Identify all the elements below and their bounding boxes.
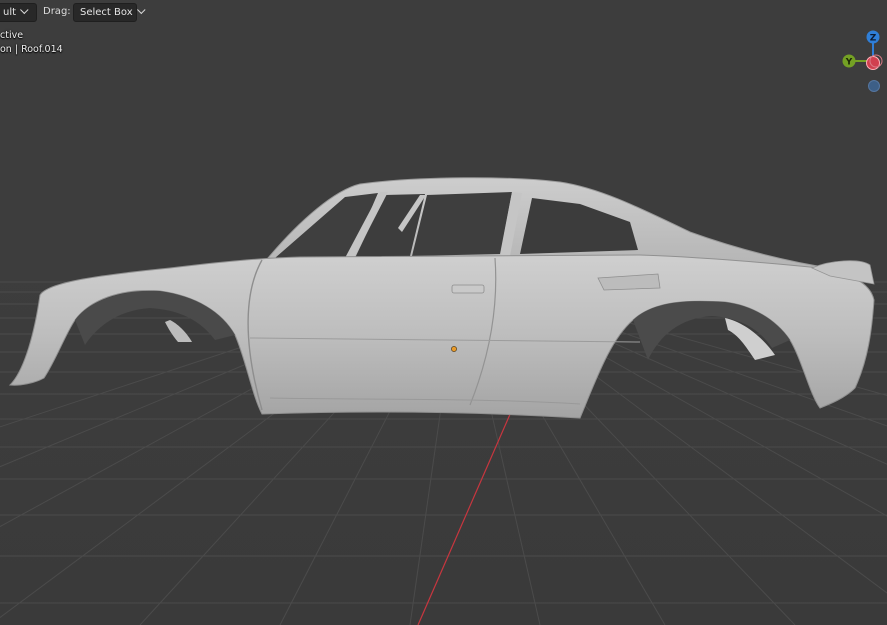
- viewport-header: ult Drag: Select Box: [0, 0, 887, 26]
- viewport-scene[interactable]: [0, 0, 887, 625]
- chevron-down-icon: [20, 5, 29, 15]
- chevron-down-icon: [136, 5, 146, 15]
- drag-label: Drag:: [43, 6, 71, 17]
- viewport-info-line1: ctive: [0, 30, 24, 41]
- drag-mode-dropdown[interactable]: Select Box: [73, 3, 146, 22]
- shading-dropdown[interactable]: ult: [0, 3, 37, 22]
- viewport-info-line2: on | Roof.014: [0, 44, 63, 55]
- shading-dropdown-label: ult: [3, 7, 17, 18]
- y-axis-label: Y: [845, 58, 853, 68]
- negative-z-handle[interactable]: [868, 80, 880, 92]
- x-axis-handle[interactable]: [866, 56, 880, 70]
- x-axis-line: [417, 411, 512, 625]
- navigation-gizmo[interactable]: Z Y: [836, 26, 887, 96]
- drag-mode-value: Select Box: [80, 7, 133, 18]
- object-origin-dot: [451, 346, 457, 352]
- 3d-viewport[interactable]: ult Drag: Select Box ctive on | Roof.014…: [0, 0, 887, 625]
- z-axis-label: Z: [870, 34, 877, 44]
